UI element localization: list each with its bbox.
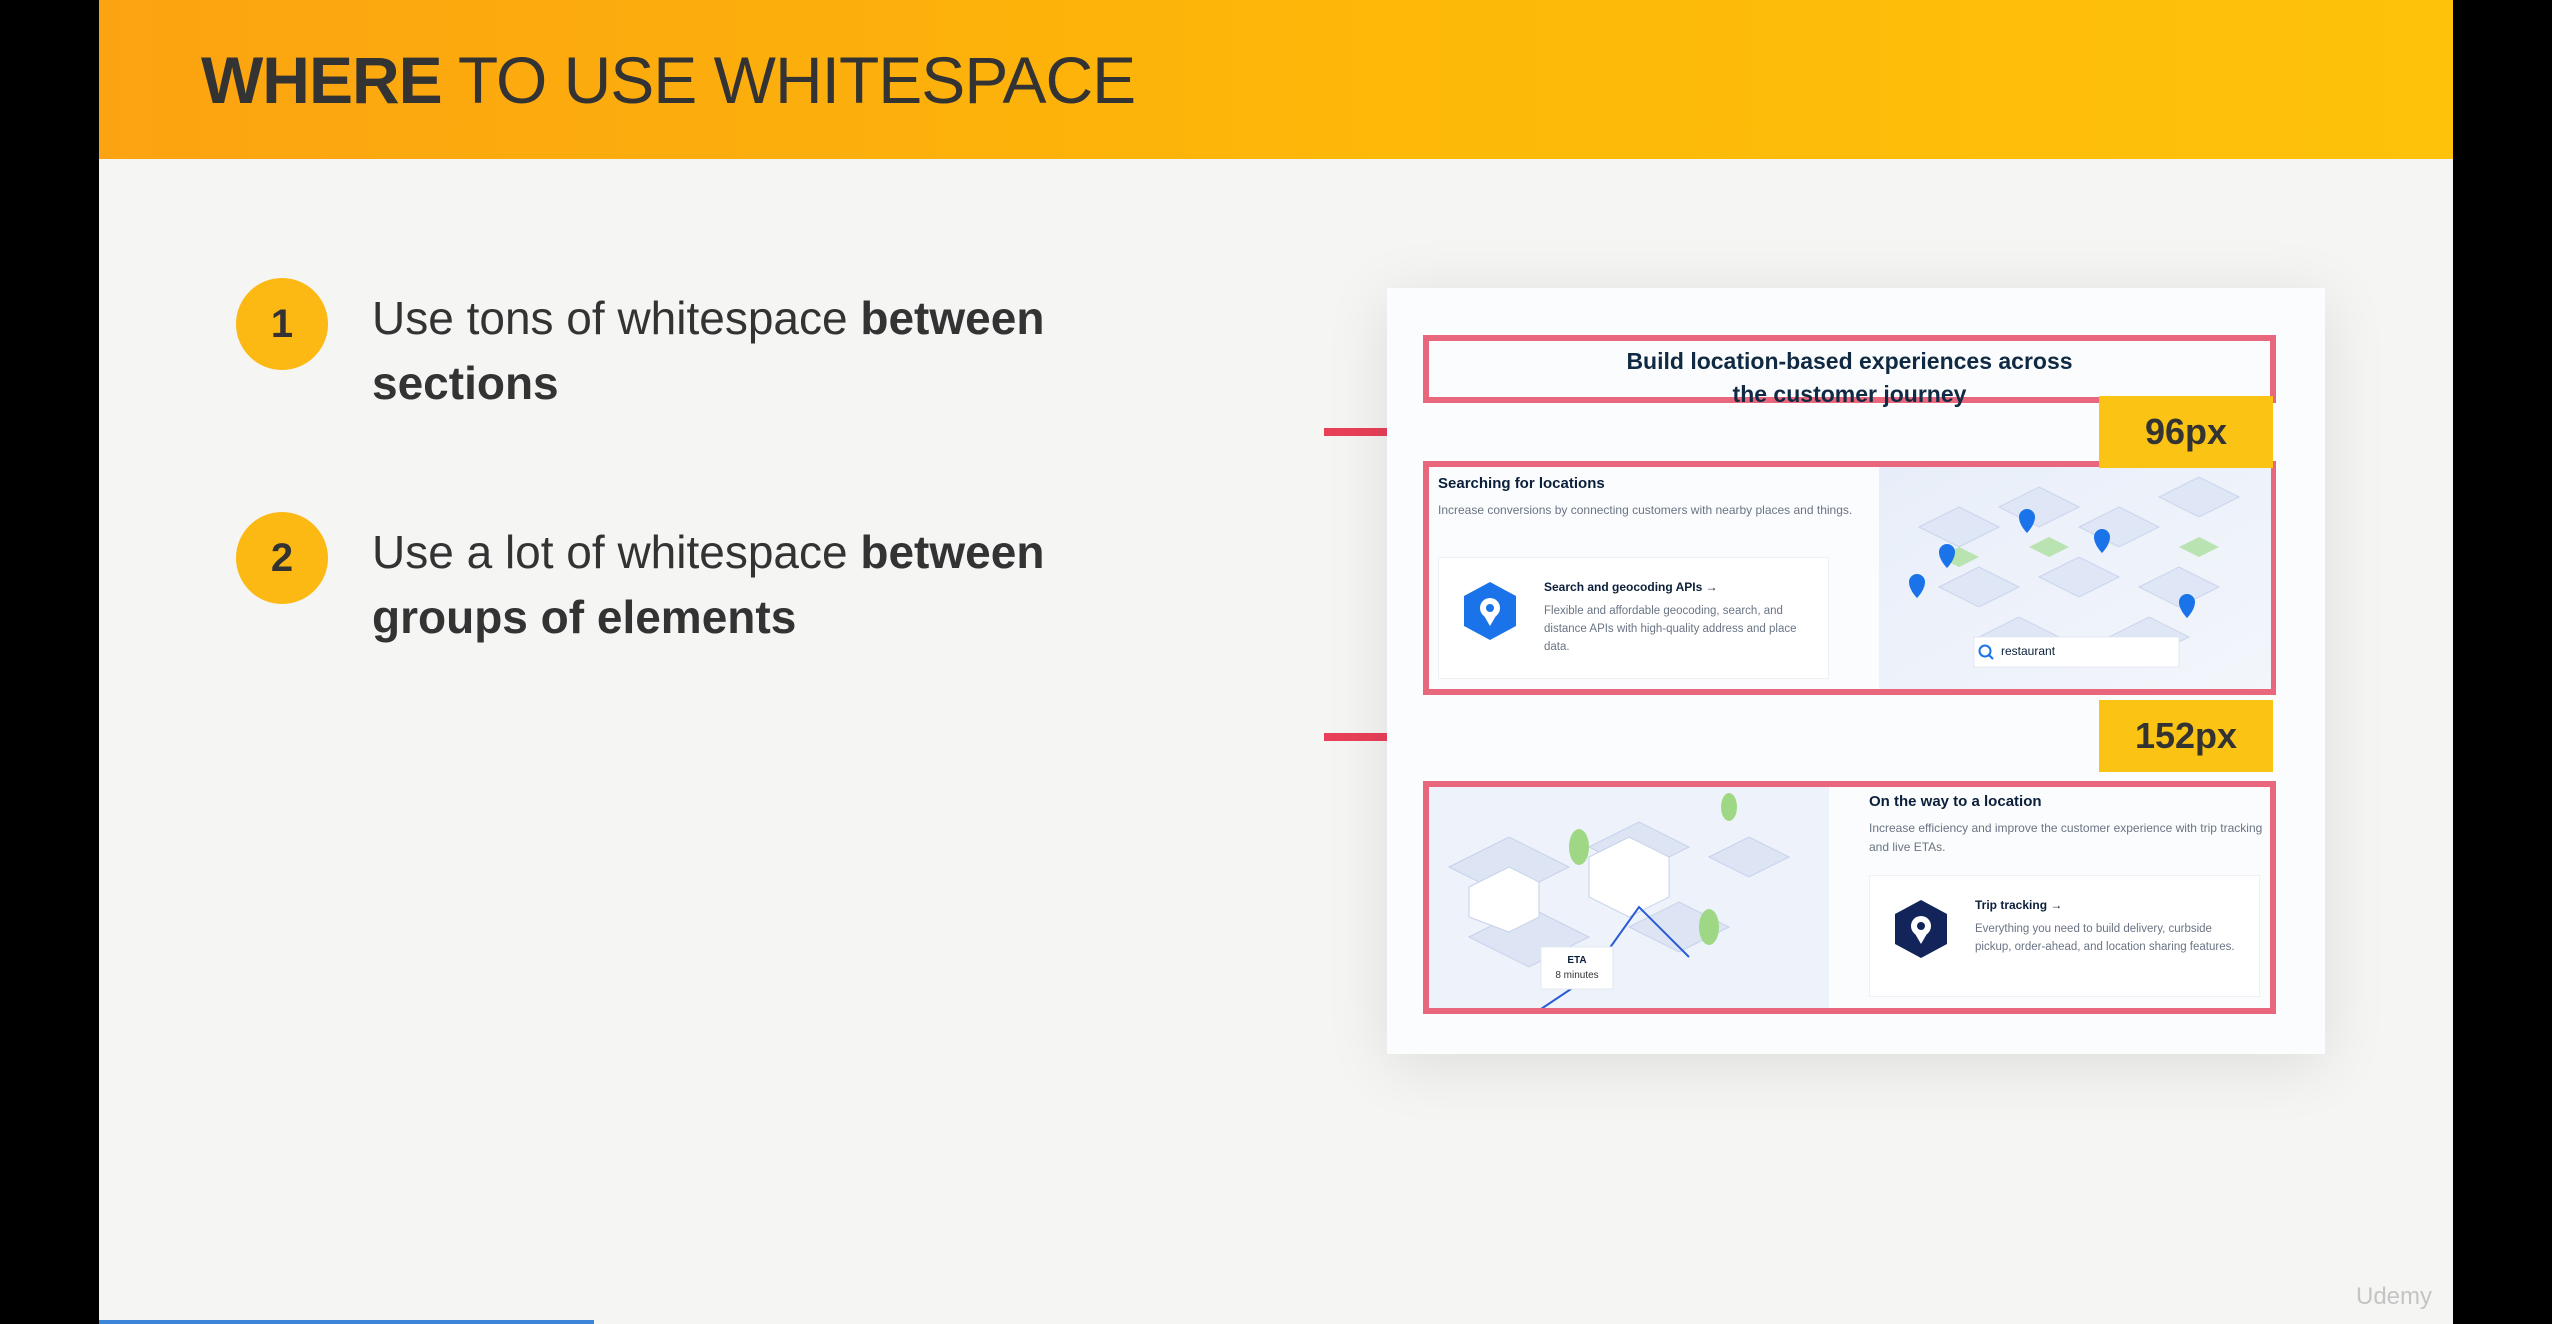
number-badge: 1 xyxy=(236,278,328,370)
website-screenshot: Build location-based experiences across … xyxy=(1387,288,2325,1054)
section-title: On the way to a location xyxy=(1869,793,2042,810)
section-title: Searching for locations xyxy=(1438,475,1605,492)
card-description: Flexible and affordable geocoding, searc… xyxy=(1544,605,1797,653)
point-text: Use a lot of whitespace between groups o… xyxy=(372,526,1045,643)
location-pin-icon xyxy=(1464,582,1516,640)
feature-card[interactable]: Search and geocoding APIs → Flexible and… xyxy=(1438,557,1829,679)
eta-label: ETA xyxy=(1567,955,1587,966)
map-illustration-icon xyxy=(1879,467,2271,689)
slide-title: WHERE TO USE WHITESPACE xyxy=(201,43,1136,117)
progress-bar xyxy=(99,1320,594,1324)
card-title[interactable]: Trip tracking → xyxy=(1975,898,2062,912)
section-outline: Searching for locations Increase convers… xyxy=(1423,461,2276,695)
city-illustration-icon xyxy=(1429,787,1829,1008)
heading-outline: Build location-based experiences across … xyxy=(1423,335,2276,407)
search-input[interactable]: restaurant xyxy=(2001,644,2055,658)
spacing-tag: 96px xyxy=(2099,396,2273,468)
slide: WHERE TO USE WHITESPACE 1 Use tons of wh… xyxy=(99,0,2453,1324)
section-description: Increase efficiency and improve the cust… xyxy=(1869,821,2263,854)
eta-value: 8 minutes xyxy=(1555,970,1599,981)
feature-card[interactable]: Trip tracking → Everything you need to b… xyxy=(1869,875,2260,997)
section-description: Increase conversions by connecting custo… xyxy=(1438,503,1853,517)
udemy-watermark: Udemy xyxy=(2356,1283,2433,1310)
point-text: Use tons of whitespace between sections xyxy=(372,292,1045,409)
section-outline: ETA 8 minutes On the way to a location I… xyxy=(1423,781,2276,1014)
card-title[interactable]: Search and geocoding APIs → xyxy=(1544,580,1718,594)
search-icon xyxy=(1978,644,1994,660)
location-pin-icon xyxy=(1895,900,1947,958)
spacing-tag: 152px xyxy=(2099,700,2273,772)
number-badge: 2 xyxy=(236,512,328,604)
card-description: Everything you need to build delivery, c… xyxy=(1975,923,2235,953)
header-bar: WHERE TO USE WHITESPACE xyxy=(99,0,2453,159)
